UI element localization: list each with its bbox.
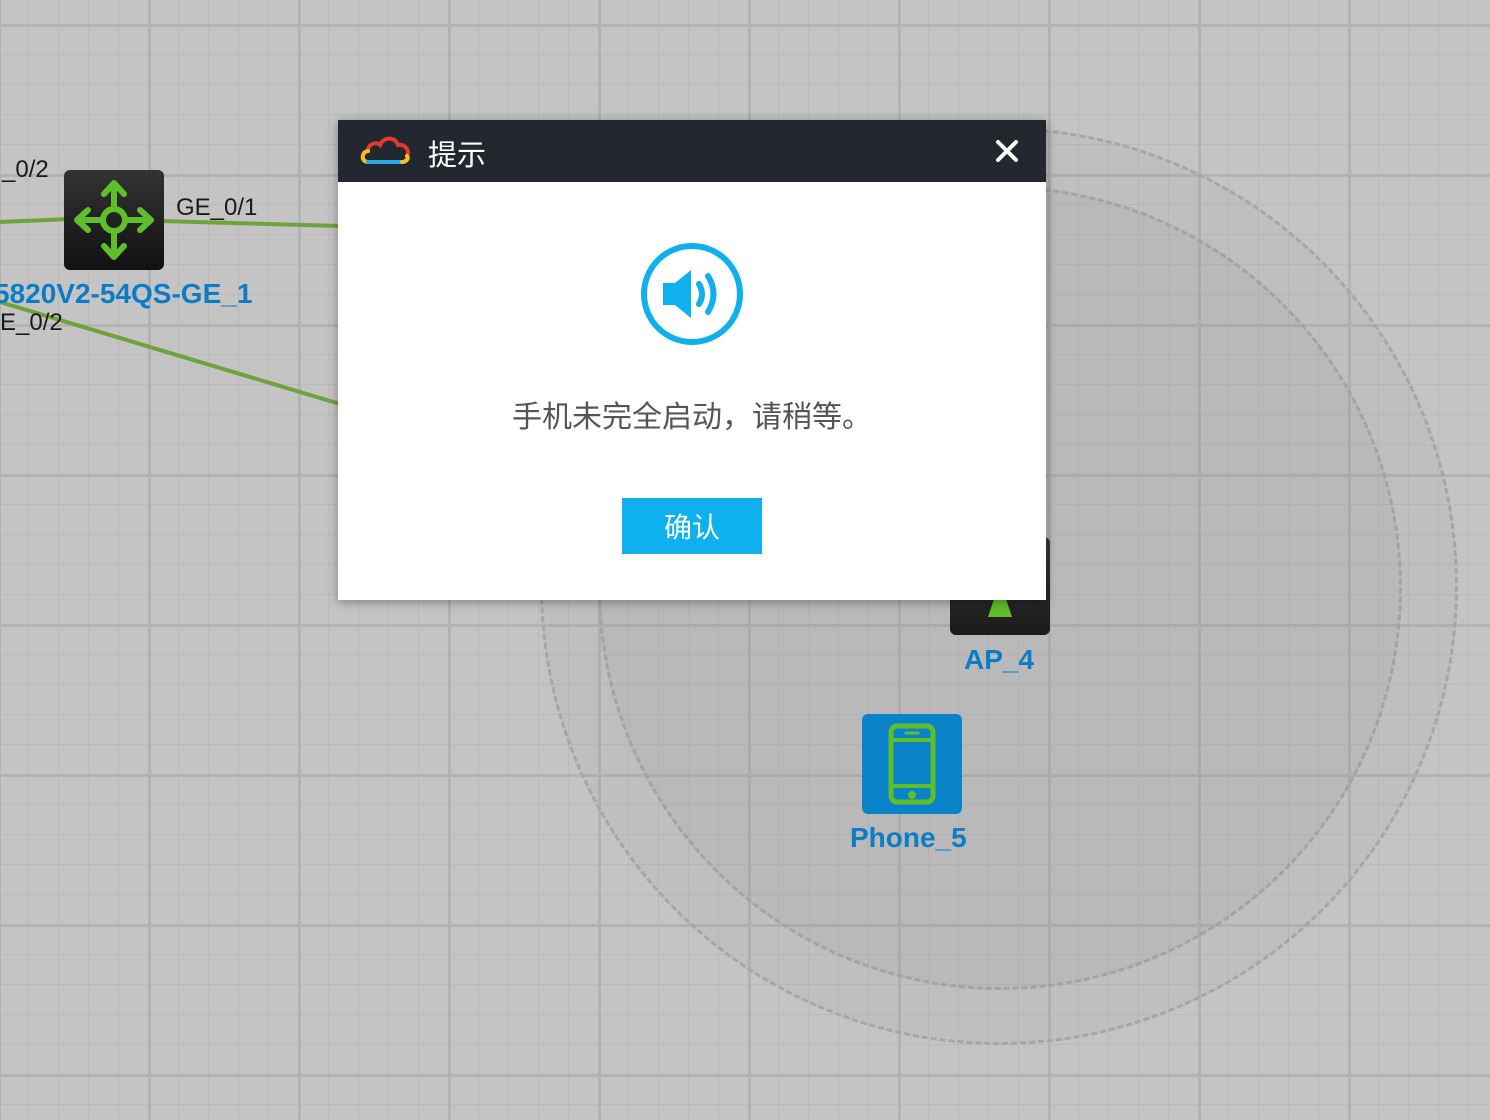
dialog-message: 手机未完全启动，请稍等。 bbox=[512, 400, 872, 435]
network-switch-icon bbox=[74, 180, 154, 260]
dialog-title: 提示 bbox=[428, 138, 487, 172]
confirm-button[interactable]: 确认 bbox=[622, 498, 762, 554]
phone-name-label: Phone_5 bbox=[850, 822, 967, 853]
cloud-logo-icon bbox=[360, 136, 410, 164]
port-label-e-0-2: E_0/2 bbox=[0, 309, 63, 336]
port-label-ge-0-1: GE_0/1 bbox=[176, 194, 258, 221]
notice-dialog: 提示 手机未完全启动，请稍等。 确认 bbox=[338, 120, 1046, 600]
ap-name-label: AP_4 bbox=[964, 644, 1035, 675]
dialog-header[interactable]: 提示 bbox=[338, 120, 1046, 182]
close-icon[interactable] bbox=[992, 136, 1022, 166]
switch-device[interactable] bbox=[64, 170, 164, 270]
topology-canvas[interactable]: _0/2 GE_0/1 E_0/2 5820V2-54QS-GE_1 AP_4 bbox=[0, 0, 1490, 1120]
port-label-top-left: _0/2 bbox=[2, 156, 49, 183]
phone-device[interactable] bbox=[862, 714, 962, 814]
switch-name-label: 5820V2-54QS-GE_1 bbox=[0, 278, 253, 309]
speaker-icon bbox=[641, 243, 743, 345]
link-switch-to-left[interactable] bbox=[0, 217, 71, 224]
mobile-phone-icon bbox=[888, 723, 936, 805]
